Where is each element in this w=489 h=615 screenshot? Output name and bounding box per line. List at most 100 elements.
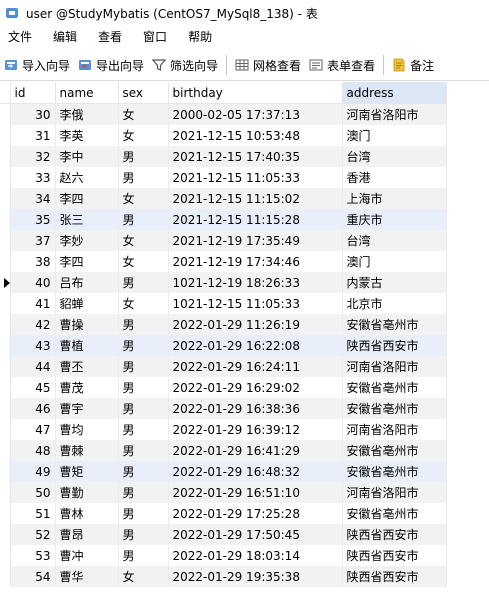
cell-name[interactable]: 曹矩: [55, 461, 119, 482]
cell-birthday[interactable]: 2000-02-05 17:37:13: [168, 103, 343, 125]
menu-file[interactable]: 文件: [0, 26, 45, 48]
cell-name[interactable]: 貂蝉: [55, 293, 119, 314]
cell-sex[interactable]: 男: [118, 356, 169, 377]
table-row[interactable]: 48 曹棘男 2022-01-29 16:41:29 安徽省亳州市: [0, 440, 447, 461]
row-selector[interactable]: [0, 251, 11, 272]
row-selector[interactable]: [0, 398, 11, 419]
cell-address[interactable]: 重庆市: [342, 209, 447, 230]
import-wizard-button[interactable]: 导入向导: [0, 53, 74, 77]
menu-view[interactable]: 查看: [90, 26, 135, 48]
cell-id[interactable]: 45: [10, 377, 56, 398]
cell-name[interactable]: 李中: [55, 146, 119, 167]
cell-name[interactable]: 曹勤: [55, 482, 119, 503]
cell-sex[interactable]: 男: [118, 503, 169, 524]
cell-id[interactable]: 37: [10, 230, 56, 251]
cell-address[interactable]: 澳门: [342, 251, 447, 272]
menu-window[interactable]: 窗口: [135, 26, 180, 48]
cell-name[interactable]: 李四: [55, 188, 119, 209]
cell-sex[interactable]: 男: [118, 146, 169, 167]
cell-address[interactable]: 陕西省西安市: [342, 335, 447, 356]
cell-sex[interactable]: 女: [118, 230, 169, 251]
cell-id[interactable]: 51: [10, 503, 56, 524]
cell-name[interactable]: 曹宇: [55, 398, 119, 419]
cell-name[interactable]: 曹华: [55, 566, 119, 587]
row-selector[interactable]: [0, 272, 11, 293]
cell-id[interactable]: 53: [10, 545, 56, 566]
cell-birthday[interactable]: 2022-01-29 17:25:28: [168, 503, 343, 524]
cell-birthday[interactable]: 2021-12-15 11:05:33: [168, 167, 343, 188]
cell-id[interactable]: 46: [10, 398, 56, 419]
cell-id[interactable]: 38: [10, 251, 56, 272]
row-selector[interactable]: [0, 503, 11, 524]
table-row[interactable]: 44 曹丕男 2022-01-29 16:24:11 河南省洛阳市: [0, 356, 447, 377]
form-view-button[interactable]: 表单查看: [305, 53, 379, 77]
cell-name[interactable]: 李俄: [55, 103, 119, 125]
row-selector[interactable]: [0, 293, 11, 314]
cell-sex[interactable]: 男: [118, 398, 169, 419]
cell-name[interactable]: 李四: [55, 251, 119, 272]
filter-wizard-button[interactable]: 筛选向导: [148, 53, 222, 77]
cell-birthday[interactable]: 2021-12-15 11:15:28: [168, 209, 343, 230]
cell-birthday[interactable]: 2022-01-29 16:29:02: [168, 377, 343, 398]
cell-address[interactable]: 陕西省西安市: [342, 545, 447, 566]
cell-sex[interactable]: 女: [118, 293, 169, 314]
cell-address[interactable]: 香港: [342, 167, 447, 188]
cell-birthday[interactable]: 2021-12-15 17:40:35: [168, 146, 343, 167]
cell-birthday[interactable]: 2022-01-29 16:24:11: [168, 356, 343, 377]
cell-address[interactable]: 陕西省西安市: [342, 524, 447, 545]
row-selector[interactable]: [0, 103, 11, 125]
table-row[interactable]: 52 曹昂男 2022-01-29 17:50:45 陕西省西安市: [0, 524, 447, 545]
row-selector[interactable]: [0, 566, 11, 587]
cell-id[interactable]: 32: [10, 146, 56, 167]
column-header-sex[interactable]: sex: [118, 82, 169, 104]
table-row[interactable]: 31 李英女 2021-12-15 10:53:48 澳门: [0, 125, 447, 146]
row-selector[interactable]: [0, 167, 11, 188]
grid-view-button[interactable]: 网格查看: [231, 53, 305, 77]
cell-address[interactable]: 安徽省亳州市: [342, 377, 447, 398]
cell-address[interactable]: 北京市: [342, 293, 447, 314]
cell-birthday[interactable]: 2022-01-29 16:39:12: [168, 419, 343, 440]
cell-sex[interactable]: 男: [118, 209, 169, 230]
data-grid[interactable]: id name sex birthday address 30 李俄女 2000-0…: [0, 82, 489, 615]
cell-id[interactable]: 49: [10, 461, 56, 482]
table-row[interactable]: 50 曹勤男 2022-01-29 16:51:10 河南省洛阳市: [0, 482, 447, 503]
table-row[interactable]: 45 曹茂男 2022-01-29 16:29:02 安徽省亳州市: [0, 377, 447, 398]
cell-id[interactable]: 30: [10, 103, 56, 125]
cell-sex[interactable]: 男: [118, 524, 169, 545]
cell-sex[interactable]: 男: [118, 377, 169, 398]
cell-address[interactable]: 安徽省亳州市: [342, 503, 447, 524]
cell-address[interactable]: 安徽省亳州市: [342, 314, 447, 335]
row-selector[interactable]: [0, 335, 11, 356]
cell-name[interactable]: 张三: [55, 209, 119, 230]
cell-id[interactable]: 34: [10, 188, 56, 209]
cell-birthday[interactable]: 2021-12-19 17:34:46: [168, 251, 343, 272]
row-selector[interactable]: [0, 356, 11, 377]
cell-sex[interactable]: 男: [118, 335, 169, 356]
cell-id[interactable]: 54: [10, 566, 56, 587]
table-row[interactable]: 40 吕布男 1021-12-19 18:26:33 内蒙古: [0, 272, 447, 293]
menu-edit[interactable]: 编辑: [45, 26, 90, 48]
cell-address[interactable]: 河南省洛阳市: [342, 103, 447, 125]
cell-id[interactable]: 42: [10, 314, 56, 335]
cell-name[interactable]: 曹林: [55, 503, 119, 524]
row-selector[interactable]: [0, 377, 11, 398]
cell-sex[interactable]: 男: [118, 461, 169, 482]
table-row[interactable]: 38 李四女 2021-12-19 17:34:46 澳门: [0, 251, 447, 272]
cell-address[interactable]: 河南省洛阳市: [342, 356, 447, 377]
cell-name[interactable]: 曹操: [55, 314, 119, 335]
cell-id[interactable]: 31: [10, 125, 56, 146]
cell-id[interactable]: 33: [10, 167, 56, 188]
cell-sex[interactable]: 男: [118, 419, 169, 440]
column-header-name[interactable]: name: [55, 82, 119, 104]
cell-name[interactable]: 李妙: [55, 230, 119, 251]
cell-id[interactable]: 40: [10, 272, 56, 293]
table-row[interactable]: 46 曹宇男 2022-01-29 16:38:36 安徽省亳州市: [0, 398, 447, 419]
cell-address[interactable]: 澳门: [342, 125, 447, 146]
cell-address[interactable]: 安徽省亳州市: [342, 398, 447, 419]
column-header-address[interactable]: address: [342, 82, 447, 104]
column-header-birthday[interactable]: birthday: [168, 82, 343, 104]
row-selector[interactable]: [0, 188, 11, 209]
cell-sex[interactable]: 女: [118, 251, 169, 272]
cell-address[interactable]: 河南省洛阳市: [342, 482, 447, 503]
cell-sex[interactable]: 男: [118, 440, 169, 461]
